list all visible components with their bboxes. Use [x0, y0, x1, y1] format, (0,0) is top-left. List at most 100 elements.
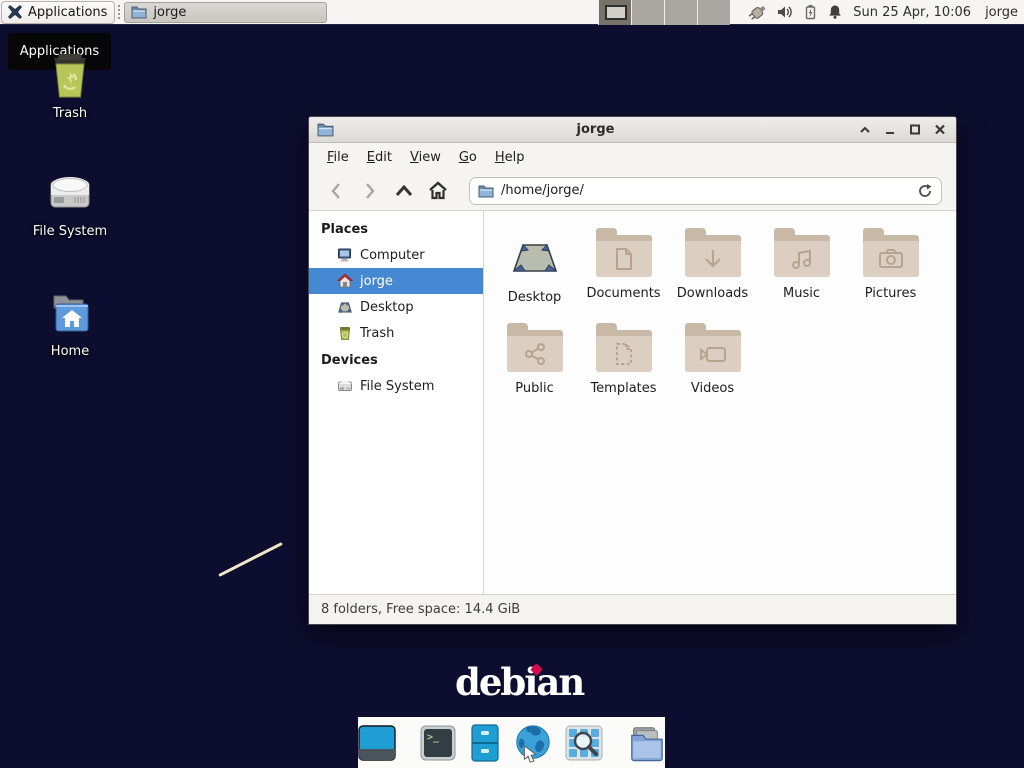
desktop-icon-file-system[interactable]: File System [22, 168, 118, 239]
close-button[interactable] [932, 122, 948, 138]
workspace-1[interactable] [598, 0, 631, 25]
show-desktop-button[interactable] [357, 723, 397, 763]
desktop-icon-label: Trash [53, 106, 87, 121]
devices-header: Devices [309, 346, 483, 373]
plug-icon[interactable] [744, 3, 768, 21]
file-cabinet-icon [468, 723, 502, 763]
file-item-public[interactable]: Public [490, 318, 579, 413]
toolbar: /home/jorge/ [309, 171, 956, 211]
window-titlebar[interactable]: jorge [309, 117, 956, 143]
file-item-label: Documents [586, 286, 660, 301]
workspace-4[interactable] [697, 0, 730, 25]
maximize-button[interactable] [907, 122, 923, 138]
top-panel: Applications jorge [0, 0, 1024, 25]
menu-help[interactable]: Help [487, 146, 533, 169]
file-item-label: Downloads [677, 286, 748, 301]
terminal-icon: >_ [419, 724, 457, 762]
window-title: jorge [334, 122, 857, 137]
desktop-icon-label: File System [33, 224, 107, 239]
sidebar-item-label: Trash [360, 326, 394, 341]
shade-button[interactable] [857, 122, 873, 138]
statusbar: 8 folders, Free space: 14.4 GiB [309, 594, 956, 624]
taskbar-window-button[interactable]: jorge [124, 2, 327, 23]
workspace-2[interactable] [631, 0, 664, 25]
system-tray [744, 3, 843, 21]
folder-share-icon [507, 330, 563, 372]
status-text: 8 folders, Free space: 14.4 GiB [321, 602, 520, 617]
sidebar-item-file-system[interactable]: File System [309, 373, 483, 399]
window-body: Places Computer [309, 211, 956, 594]
location-bar[interactable]: /home/jorge/ [469, 177, 942, 205]
menu-edit[interactable]: Edit [359, 146, 400, 169]
forward-button[interactable] [353, 176, 387, 206]
file-item-templates[interactable]: Templates [579, 318, 668, 413]
sidebar-item-label: File System [360, 379, 434, 394]
sidebar-item-trash[interactable]: Trash [309, 320, 483, 346]
file-item-downloads[interactable]: Downloads [668, 223, 757, 318]
volume-icon[interactable] [777, 4, 794, 20]
panel-username[interactable]: jorge [985, 5, 1018, 20]
folder-video-icon [685, 330, 741, 372]
minimize-button[interactable] [882, 122, 898, 138]
drive-icon [45, 168, 95, 218]
file-item-documents[interactable]: Documents [579, 223, 668, 318]
applications-menu-button[interactable]: Applications [1, 1, 115, 24]
workspace-3[interactable] [664, 0, 697, 25]
places-header: Places [309, 215, 483, 242]
file-manager-window: jorge File Edit View Go Help [308, 116, 957, 625]
window-folder-icon [317, 122, 334, 137]
file-manager-folder-icon [626, 723, 666, 763]
applications-menu-label: Applications [28, 5, 107, 20]
file-item-music[interactable]: Music [757, 223, 846, 318]
sidebar-item-desktop[interactable]: Desktop [309, 294, 483, 320]
up-button[interactable] [387, 176, 421, 206]
file-item-desktop[interactable]: Desktop [490, 223, 579, 318]
desktop: Applications jorge [0, 0, 1024, 768]
notifications-bell-icon[interactable] [827, 4, 843, 20]
drive-icon [337, 378, 353, 394]
file-item-label: Music [783, 286, 820, 301]
web-browser-launcher[interactable] [513, 723, 553, 763]
file-item-label: Videos [691, 381, 734, 396]
workspace-switcher [598, 0, 730, 25]
folder-icon [131, 5, 147, 19]
panel-clock[interactable]: Sun 25 Apr, 10:06 [853, 5, 971, 20]
battery-charging-icon[interactable] [803, 4, 818, 20]
file-manager-launcher[interactable] [626, 723, 666, 763]
sidebar-item-label: jorge [360, 274, 393, 289]
path-value[interactable]: /home/jorge/ [501, 183, 910, 198]
refresh-icon[interactable] [917, 183, 933, 199]
panel-grip[interactable] [117, 4, 122, 21]
desktop-icon-label: Home [51, 344, 89, 359]
file-item-videos[interactable]: Videos [668, 318, 757, 413]
terminal-launcher[interactable]: >_ [419, 723, 457, 763]
application-finder-launcher[interactable] [564, 723, 604, 763]
sidebar-item-jorge[interactable]: jorge [309, 268, 483, 294]
menu-view[interactable]: View [402, 146, 449, 169]
folder-camera-icon [863, 235, 919, 277]
web-browser-globe-icon [513, 722, 553, 764]
desktop-icon [337, 299, 353, 315]
application-finder-icon [564, 724, 604, 762]
svg-text:>_: >_ [427, 732, 440, 743]
desktop-special-icon [508, 231, 562, 281]
sidebar-item-label: Desktop [360, 300, 414, 315]
file-cabinet-launcher[interactable] [468, 723, 502, 763]
file-item-pictures[interactable]: Pictures [846, 223, 935, 318]
show-desktop-icon [357, 724, 397, 762]
menu-file[interactable]: File [319, 146, 357, 169]
file-item-label: Public [515, 381, 553, 396]
desktop-artifact-line [218, 542, 283, 577]
sidebar-item-computer[interactable]: Computer [309, 242, 483, 268]
file-item-label: Pictures [865, 286, 916, 301]
debian-wordmark: debian [455, 660, 583, 704]
back-button[interactable] [319, 176, 353, 206]
home-button[interactable] [421, 176, 455, 206]
desktop-icon-home[interactable]: Home [22, 288, 118, 359]
dock: >_ [358, 717, 665, 768]
menu-go[interactable]: Go [451, 146, 485, 169]
workspace-window-preview [605, 5, 627, 20]
desktop-icon-trash[interactable]: Trash [22, 50, 118, 121]
computer-icon [337, 247, 353, 263]
menubar: File Edit View Go Help [309, 143, 956, 171]
